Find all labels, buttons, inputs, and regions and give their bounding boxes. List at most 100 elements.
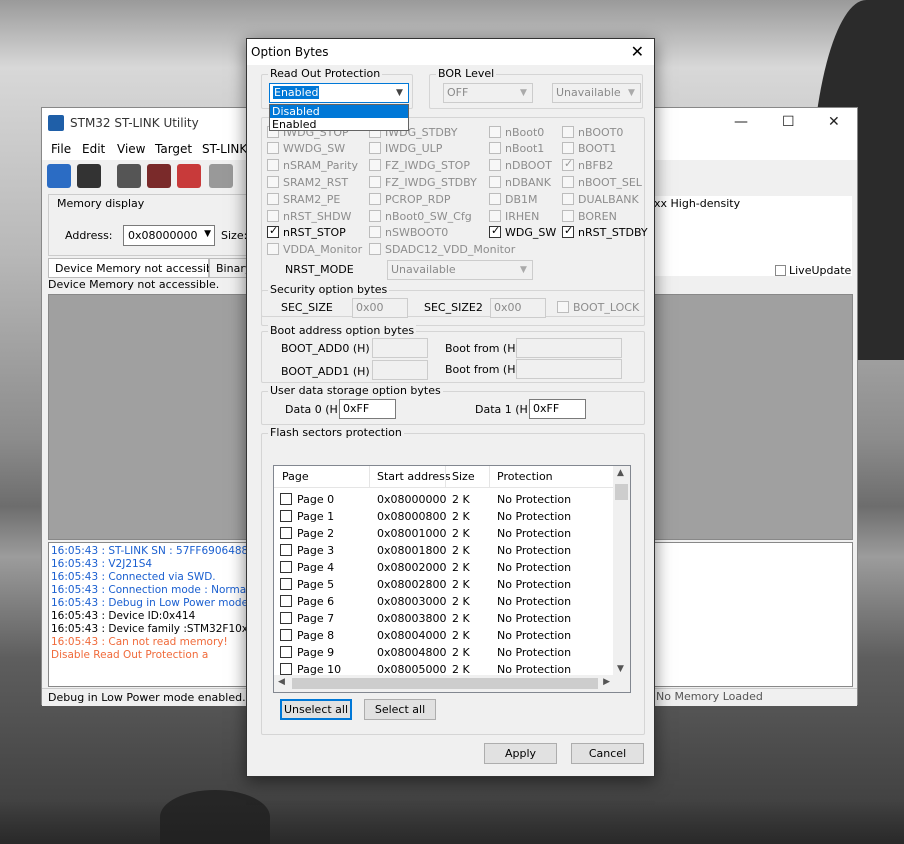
boot-add0-input[interactable] <box>372 338 428 358</box>
table-row[interactable]: Page 2 0x08001000 2 K No Protection <box>274 525 614 542</box>
table-row[interactable]: Page 6 0x08003000 2 K No Protection <box>274 593 614 610</box>
row-checkbox[interactable] <box>280 493 292 505</box>
row-checkbox[interactable] <box>280 612 292 624</box>
checkbox-nboot0-sw-cfg[interactable]: nBoot0_SW_Cfg <box>369 210 472 223</box>
row-checkbox[interactable] <box>280 646 292 658</box>
checkbox-sram2-pe[interactable]: SRAM2_PE <box>267 193 340 206</box>
row-checkbox[interactable] <box>280 510 292 522</box>
option-enabled[interactable]: Enabled <box>270 118 408 131</box>
checkbox-wwdg-sw[interactable]: WWDG_SW <box>267 142 345 155</box>
unselect-all-button[interactable]: Unselect all <box>280 699 352 720</box>
table-row[interactable]: Page 7 0x08003800 2 K No Protection <box>274 610 614 627</box>
checkbox-nboot-sel[interactable]: nBOOT_SEL <box>562 176 642 189</box>
chevron-up-icon[interactable]: ▲ <box>617 468 624 478</box>
row-checkbox[interactable] <box>280 561 292 573</box>
maximize-button[interactable]: ☐ <box>782 114 795 130</box>
row-checkbox[interactable] <box>280 595 292 607</box>
checkbox-nswboot0[interactable]: nSWBOOT0 <box>369 226 448 239</box>
chevron-left-icon[interactable]: ◀ <box>278 677 285 687</box>
boot-lock-checkbox[interactable]: BOOT_LOCK <box>557 301 639 314</box>
data0-input[interactable]: 0xFF <box>339 399 396 419</box>
checkbox-nbfb2[interactable]: ✓ nBFB2 <box>562 157 613 172</box>
table-row[interactable]: Page 8 0x08004000 2 K No Protection <box>274 627 614 644</box>
program-icon[interactable] <box>209 164 233 188</box>
checkbox-boren[interactable]: BOREN <box>562 210 617 223</box>
cancel-button[interactable]: Cancel <box>571 743 644 764</box>
cell-addr: 0x08001000 <box>377 527 447 540</box>
row-checkbox[interactable] <box>280 629 292 641</box>
checkbox-nrst-shdw[interactable]: nRST_SHDW <box>267 210 351 223</box>
checkbox-nboot0[interactable]: nBoot0 <box>489 126 544 139</box>
checkbox-ndbank[interactable]: nDBANK <box>489 176 551 189</box>
column-protection[interactable]: Protection <box>497 470 553 483</box>
table-row[interactable]: Page 0 0x08000000 2 K No Protection <box>274 491 614 508</box>
checkbox-iwdg-ulp[interactable]: IWDG_ULP <box>369 142 442 155</box>
checkbox-nboot0[interactable]: nBOOT0 <box>562 126 623 139</box>
checkbox-fz-iwdg-stop[interactable]: FZ_IWDG_STOP <box>369 159 470 172</box>
table-row[interactable]: Page 3 0x08001800 2 K No Protection <box>274 542 614 559</box>
checkbox-wdg-sw[interactable]: ✓ WDG_SW <box>489 224 556 239</box>
row-checkbox[interactable] <box>280 527 292 539</box>
column-page[interactable]: Page <box>282 470 309 483</box>
option-disabled[interactable]: Disabled <box>270 105 408 118</box>
save-icon[interactable] <box>77 164 101 188</box>
checkbox-irhen[interactable]: IRHEN <box>489 210 539 223</box>
checkbox-nrst-stdby[interactable]: ✓ nRST_STDBY <box>562 224 648 239</box>
bor-level-combo[interactable]: OFF ▼ <box>443 83 533 103</box>
checkbox-nsram-parity[interactable]: nSRAM_Parity <box>267 159 358 172</box>
erase-icon[interactable] <box>177 164 201 188</box>
checkbox-nboot1[interactable]: nBoot1 <box>489 142 544 155</box>
menu-stlink[interactable]: ST-LINK <box>202 142 247 156</box>
checkbox-db1m[interactable]: DB1M <box>489 193 538 206</box>
dialog-close-button[interactable]: ✕ <box>631 42 644 61</box>
close-button[interactable]: ✕ <box>828 114 840 130</box>
disconnect-icon[interactable] <box>147 164 171 188</box>
tab-binary[interactable]: Binary <box>209 258 251 278</box>
chevron-right-icon[interactable]: ▶ <box>603 677 610 687</box>
sec-size2-input[interactable]: 0x00 <box>490 298 546 318</box>
checkbox-pcrop-rdp[interactable]: PCROP_RDP <box>369 193 451 206</box>
table-row[interactable]: Page 4 0x08002000 2 K No Protection <box>274 559 614 576</box>
sec-size-input[interactable]: 0x00 <box>352 298 408 318</box>
print-icon[interactable] <box>47 164 71 188</box>
connect-icon[interactable] <box>117 164 141 188</box>
address-combo[interactable]: 0x08000000 ▼ <box>123 225 215 246</box>
horizontal-scrollbar[interactable]: ◀ ▶ <box>274 675 630 692</box>
menu-file[interactable]: File <box>51 142 71 156</box>
checkbox-vdda-monitor[interactable]: VDDA_Monitor <box>267 243 362 256</box>
bor-level-combo-2[interactable]: Unavailable ▼ <box>552 83 641 103</box>
table-row[interactable]: Page 1 0x08000800 2 K No Protection <box>274 508 614 525</box>
row-checkbox[interactable] <box>280 544 292 556</box>
read-out-protection-combo[interactable]: Enabled ▼ <box>269 83 409 103</box>
row-checkbox[interactable] <box>280 578 292 590</box>
nrst-mode-combo[interactable]: Unavailable ▼ <box>387 260 533 280</box>
tab-device-memory[interactable]: Device Memory not accessible. <box>48 258 226 278</box>
column-size[interactable]: Size <box>452 470 475 483</box>
row-checkbox[interactable] <box>280 663 292 675</box>
menu-edit[interactable]: Edit <box>82 142 105 156</box>
vertical-scrollbar[interactable]: ▲ ▼ <box>613 466 630 676</box>
checkbox-sram2-rst[interactable]: SRAM2_RST <box>267 176 348 189</box>
scroll-thumb[interactable] <box>615 484 628 500</box>
table-row[interactable]: Page 5 0x08002800 2 K No Protection <box>274 576 614 593</box>
checkbox-sdadc12-vdd-monitor[interactable]: SDADC12_VDD_Monitor <box>369 243 515 256</box>
checkbox-dualbank[interactable]: DUALBANK <box>562 193 639 206</box>
checkbox-boot1[interactable]: BOOT1 <box>562 142 616 155</box>
checkbox-nrst-stop[interactable]: ✓ nRST_STOP <box>267 224 346 239</box>
scroll-thumb[interactable] <box>292 678 598 689</box>
live-update-checkbox[interactable]: LiveUpdate <box>775 264 851 277</box>
column-start-address[interactable]: Start address <box>377 470 451 483</box>
table-row[interactable]: Page 9 0x08004800 2 K No Protection <box>274 644 614 661</box>
chevron-down-icon[interactable]: ▼ <box>617 664 624 674</box>
apply-button[interactable]: Apply <box>484 743 557 764</box>
checkbox-ndboot[interactable]: nDBOOT <box>489 159 552 172</box>
minimize-button[interactable]: — <box>734 114 748 130</box>
menu-view[interactable]: View <box>117 142 145 156</box>
boot-from1-input[interactable] <box>516 359 622 379</box>
data1-input[interactable]: 0xFF <box>529 399 586 419</box>
select-all-button[interactable]: Select all <box>364 699 436 720</box>
boot-add1-input[interactable] <box>372 360 428 380</box>
checkbox-fz-iwdg-stdby[interactable]: FZ_IWDG_STDBY <box>369 176 477 189</box>
boot-from0-input[interactable] <box>516 338 622 358</box>
menu-target[interactable]: Target <box>155 142 192 156</box>
